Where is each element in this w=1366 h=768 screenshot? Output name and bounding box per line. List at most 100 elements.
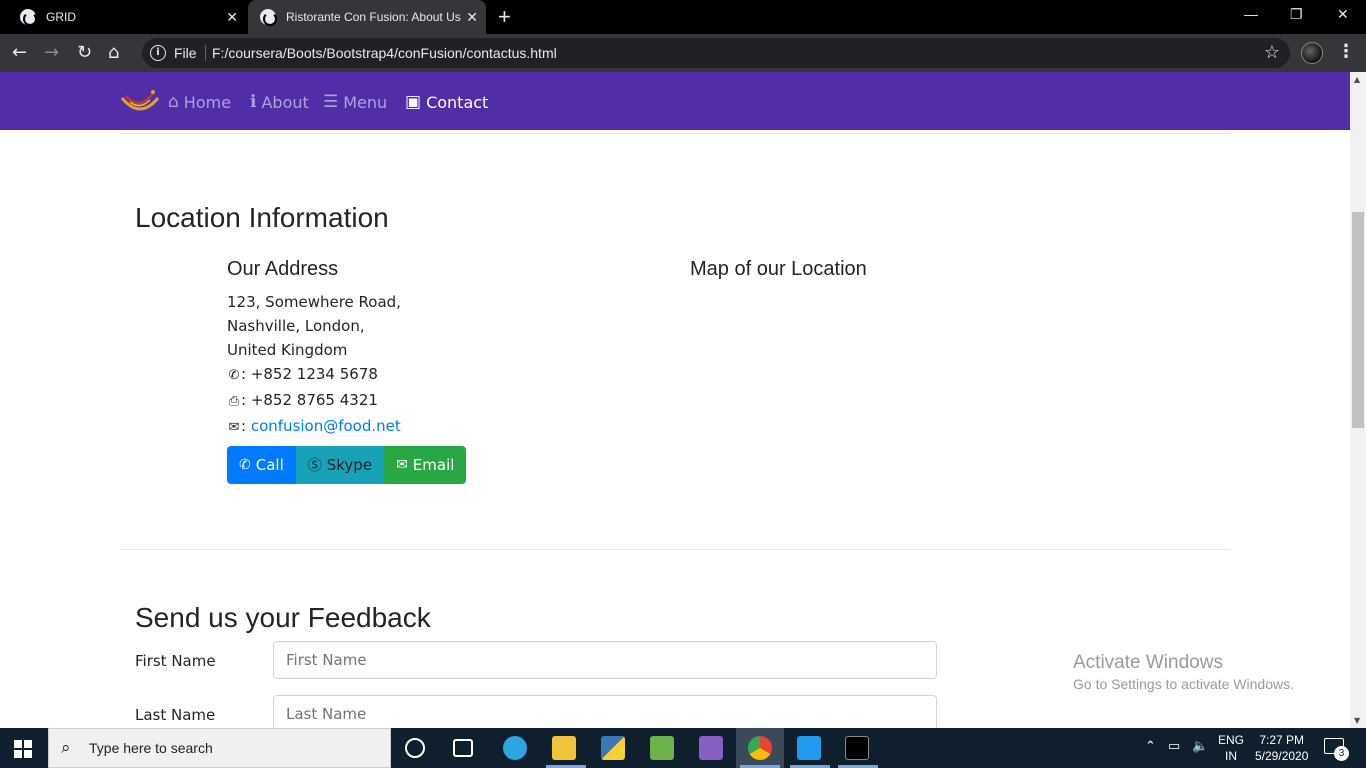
scroll-down-arrow-icon[interactable]: ▼ — [1354, 716, 1360, 725]
tab-title: Ristorante Con Fusion: About Us — [286, 10, 461, 24]
fax-icon: ⎙ — [228, 394, 240, 409]
address-line: United Kingdom — [227, 341, 348, 359]
first-name-label: First Name — [135, 652, 216, 670]
close-tab-icon[interactable]: ✕ — [226, 9, 238, 26]
volume-icon[interactable]: 🔈 — [1192, 738, 1208, 754]
nav-label: Menu — [343, 92, 388, 112]
envelope-icon: ✉ — [228, 420, 240, 435]
info-icon: ℹ — [250, 92, 257, 112]
new-tab-button[interactable]: + — [498, 4, 511, 30]
notepad-plus-icon[interactable] — [650, 736, 674, 760]
nav-contact[interactable]: ▣ Contact — [405, 92, 488, 112]
close-window-button[interactable]: ✕ — [1337, 6, 1349, 23]
address-line: Nashville, London, — [227, 317, 365, 335]
taskbar-search[interactable]: ⌕ Type here to search — [48, 728, 391, 768]
show-hidden-icons-icon[interactable]: ⌃ — [1145, 738, 1156, 754]
last-name-input[interactable] — [273, 695, 937, 728]
taskbar-clock[interactable]: 7:27 PM 5/29/2020 — [1255, 732, 1308, 764]
nav-menu[interactable]: ☰ Menu — [323, 92, 387, 112]
address-bar[interactable]: i File F:/coursera/Boots/Bootstrap4/conF… — [142, 38, 1290, 68]
brand-logo[interactable] — [120, 86, 160, 118]
address-line: 123, Somewhere Road, — [227, 293, 401, 311]
clock-time: 7:27 PM — [1259, 733, 1305, 747]
profile-avatar[interactable] — [1301, 42, 1323, 64]
home-icon[interactable]: ⌂ — [108, 43, 119, 63]
address-card-icon: ▣ — [405, 92, 422, 112]
nav-home[interactable]: ⌂ Home — [168, 92, 231, 112]
tab-grid[interactable]: GRID ✕ — [8, 0, 246, 34]
region-code: IN — [1225, 749, 1237, 763]
call-button[interactable]: ✆ Call — [227, 446, 296, 484]
browser-menu-icon[interactable]: ⋮ — [1337, 41, 1355, 62]
activation-watermark-text: Go to Settings to activate Windows. — [1073, 676, 1294, 692]
button-label: Email — [412, 456, 455, 474]
file-explorer-icon[interactable] — [552, 736, 576, 760]
address-heading: Our Address — [227, 258, 339, 280]
phone-line: ✆: +852 1234 5678 — [227, 362, 401, 388]
location-heading: Location Information — [135, 202, 389, 233]
email-line: ✉: confusion@food.net — [227, 414, 401, 440]
reload-icon[interactable]: ↻ — [77, 43, 92, 63]
info-icon[interactable]: i — [150, 45, 166, 61]
email-button[interactable]: ✉ Email — [384, 446, 467, 484]
list-icon: ☰ — [323, 92, 339, 112]
map-heading: Map of our Location — [690, 258, 867, 280]
back-arrow-icon[interactable]: ← — [12, 43, 27, 63]
restore-button[interactable]: ❐ — [1290, 6, 1303, 23]
page-viewport: ⌂ Home ℹ About ☰ Menu ▣ Contact Location… — [0, 72, 1350, 728]
telegram-icon[interactable] — [503, 736, 527, 760]
search-icon: ⌕ — [61, 738, 71, 758]
fax-number: : +852 8765 4321 — [241, 391, 378, 409]
site-navbar: ⌂ Home ℹ About ☰ Menu ▣ Contact — [0, 72, 1350, 130]
skype-icon: Ⓢ — [307, 458, 322, 474]
contact-button-group: ✆ Call Ⓢ Skype ✉ Email — [227, 446, 467, 484]
divider — [205, 45, 206, 61]
tab-about-us[interactable]: Ristorante Con Fusion: About Us ✕ — [248, 0, 486, 34]
address-block: 123, Somewhere Road, Nashville, London, … — [227, 290, 401, 440]
minimize-button[interactable]: — — [1244, 6, 1258, 22]
url-text[interactable]: F:/coursera/Boots/Bootstrap4/conFusion/c… — [212, 45, 557, 61]
last-name-label: Last Name — [135, 706, 216, 724]
cortana-icon[interactable] — [405, 738, 425, 758]
windows-taskbar: ⌕ Type here to search ⌃ ▭ 🔈 ENG IN 7:27 … — [0, 728, 1366, 768]
python-icon[interactable] — [601, 736, 625, 760]
scroll-up-arrow-icon[interactable]: ▲ — [1354, 75, 1360, 84]
envelope-icon: ✉ — [396, 457, 408, 473]
activation-watermark-title: Activate Windows — [1073, 652, 1223, 673]
terminal-icon[interactable] — [845, 736, 869, 760]
email-link[interactable]: confusion@food.net — [251, 417, 401, 435]
browser-toolbar: ← → ↻ ⌂ i File F:/coursera/Boots/Bootstr… — [0, 34, 1366, 72]
feedback-heading: Send us your Feedback — [135, 602, 431, 633]
first-name-input[interactable] — [273, 641, 937, 679]
chrome-icon[interactable] — [748, 736, 772, 760]
fax-line: ⎙: +852 8765 4321 — [227, 388, 401, 414]
home-icon: ⌂ — [168, 92, 179, 112]
bookmark-star-icon[interactable]: ☆ — [1264, 42, 1280, 63]
divider — [120, 549, 1230, 550]
scheme-label: File — [174, 45, 197, 61]
button-label: Call — [255, 456, 284, 474]
divider — [120, 133, 1230, 134]
globe-icon — [260, 9, 277, 26]
nav-label: About — [261, 92, 309, 112]
visual-studio-icon[interactable] — [699, 736, 723, 760]
page-scrollbar[interactable]: ▲ ▼ — [1350, 72, 1366, 728]
phone-number: : +852 1234 5678 — [241, 365, 378, 383]
task-view-icon[interactable] — [453, 739, 473, 757]
language-indicator[interactable]: ENG IN — [1218, 732, 1244, 764]
forward-arrow-icon[interactable]: → — [44, 43, 59, 63]
skype-button[interactable]: Ⓢ Skype — [295, 446, 385, 484]
nav-about[interactable]: ℹ About — [250, 92, 309, 112]
button-label: Skype — [326, 456, 373, 474]
battery-icon[interactable]: ▭ — [1168, 738, 1180, 754]
close-tab-icon[interactable]: ✕ — [466, 9, 478, 26]
clock-date: 5/29/2020 — [1255, 749, 1309, 763]
search-placeholder: Type here to search — [89, 740, 213, 756]
phone-icon: ✆ — [228, 368, 240, 383]
tab-title: GRID — [46, 10, 76, 24]
email-prefix: : — [241, 417, 247, 435]
windows-start-icon[interactable] — [14, 740, 32, 758]
browser-tab-strip: GRID ✕ Ristorante Con Fusion: About Us ✕… — [0, 0, 1366, 34]
scrollbar-thumb[interactable] — [1352, 212, 1364, 428]
vscode-icon[interactable] — [797, 736, 821, 760]
